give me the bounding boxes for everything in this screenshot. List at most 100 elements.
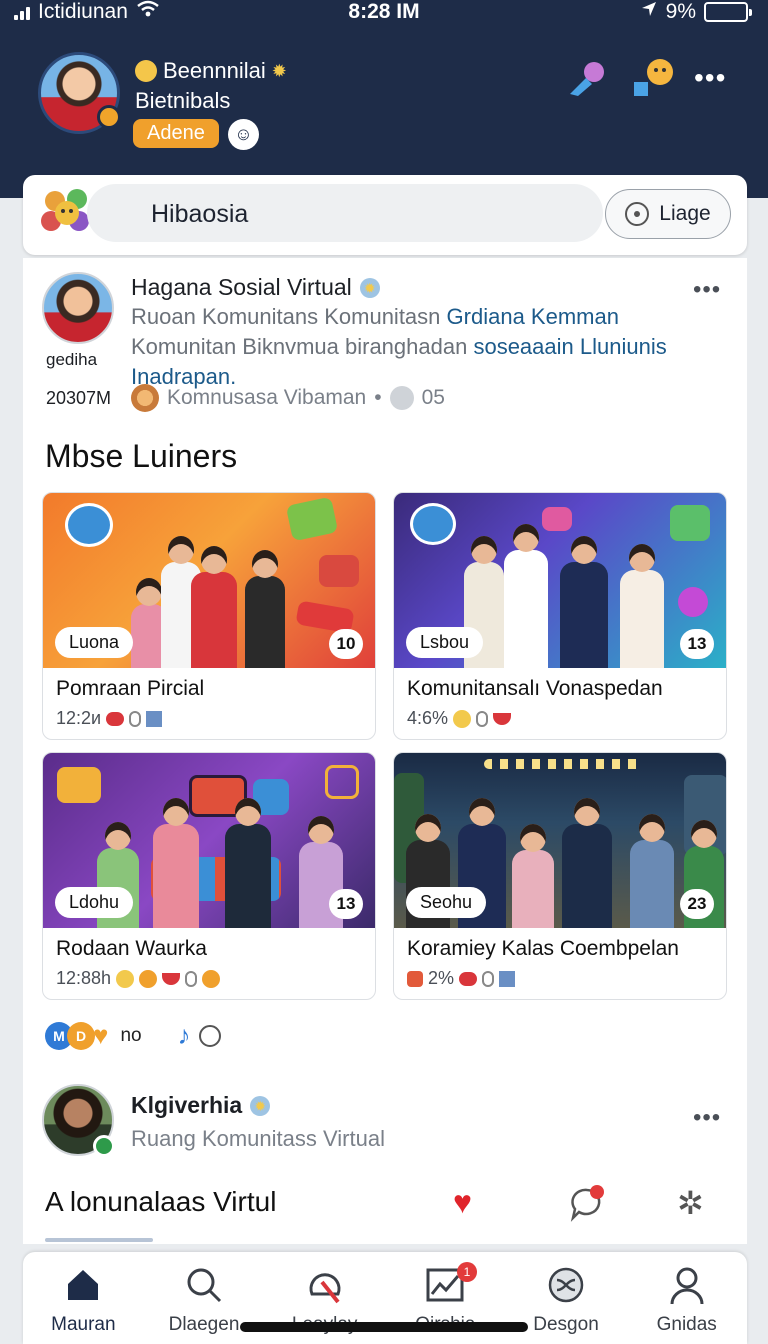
post-body: Ruoan Komunitans Komunitasn Grdiana Kemm… bbox=[131, 302, 721, 392]
settings-gear-icon[interactable]: ✲ bbox=[677, 1184, 704, 1222]
tab-label: Mauran bbox=[51, 1314, 116, 1335]
post-follower-count: 20307M bbox=[46, 388, 112, 408]
community-card[interactable]: Lsbou 13 Komunitansalı Vonaspedan 4:6% bbox=[393, 492, 727, 740]
ligae-button[interactable]: Liage bbox=[605, 189, 731, 239]
shuffle-icon bbox=[506, 1264, 627, 1308]
profile-name-row: Beennnilai ✹ bbox=[135, 58, 287, 84]
search-input[interactable]: Hibaosia bbox=[87, 184, 603, 242]
bowl-icon bbox=[162, 972, 181, 985]
comment-icon[interactable] bbox=[567, 1184, 607, 1232]
card-count-badge: 23 bbox=[680, 889, 714, 919]
notification-badge: 1 bbox=[457, 1262, 478, 1282]
home-indicator[interactable] bbox=[240, 1322, 528, 1332]
search-placeholder: Hibaosia bbox=[151, 200, 249, 228]
post-body-link-1[interactable]: Grdiana Kemman bbox=[447, 304, 619, 329]
mouse-icon bbox=[476, 710, 489, 727]
music-note-icon[interactable]: ♪ bbox=[178, 1020, 191, 1051]
meta-count: 05 bbox=[421, 386, 445, 409]
card-title: Koramiey Kalas Coembpelan bbox=[407, 937, 679, 960]
feed[interactable]: gediha 20307M Hagana Sosial Virtual ✹ ••… bbox=[23, 258, 747, 1244]
bowl-icon bbox=[493, 712, 512, 725]
post-author-name[interactable]: Hagana Sosial Virtual bbox=[131, 274, 352, 301]
lips-icon bbox=[459, 971, 478, 986]
community-card[interactable]: Ldohu 13 Rodaan Waurka 12:88h bbox=[42, 752, 376, 1000]
tab-mauran[interactable]: Mauran bbox=[23, 1252, 144, 1344]
post-title[interactable]: Klgiverhia ✹ bbox=[131, 1092, 271, 1119]
status-right: 9% bbox=[640, 0, 752, 24]
cube-icon bbox=[499, 970, 516, 987]
location-icon bbox=[640, 0, 658, 24]
card-meta-text: 4:6% bbox=[407, 708, 449, 728]
sparkle-icon: ✹ bbox=[271, 60, 287, 81]
card-meta-text: 12:88h bbox=[56, 968, 112, 988]
card-label: Seohu bbox=[406, 887, 487, 918]
ghost-icon bbox=[389, 386, 414, 410]
badge-emoji-icon[interactable]: ☺ bbox=[228, 119, 259, 150]
post-meta: Komnusasa Vibaman • 05 bbox=[131, 384, 445, 412]
post-author-name[interactable]: Klgiverhia bbox=[131, 1092, 242, 1119]
profile-avatar[interactable] bbox=[38, 52, 121, 134]
lips-icon bbox=[106, 711, 125, 726]
card-label: Ldohu bbox=[55, 887, 134, 918]
comment-bubble-icon[interactable] bbox=[198, 1024, 221, 1047]
heart-icon[interactable]: ♥ bbox=[453, 1184, 472, 1221]
verified-badge-icon: ✹ bbox=[359, 277, 380, 298]
card-label: Lsbou bbox=[406, 627, 484, 658]
target-icon bbox=[625, 202, 650, 226]
status-bar: Ictidiunan 8:28 IM 9% bbox=[0, 0, 768, 26]
battery-percent: 9% bbox=[665, 0, 696, 23]
meta-avatar[interactable] bbox=[131, 384, 159, 412]
card-title: Komunitansalı Vonaspedan bbox=[407, 677, 663, 700]
post-more-icon[interactable]: ••• bbox=[693, 1104, 721, 1132]
post-author-avatar[interactable] bbox=[42, 272, 114, 344]
post-body-text-2: Komunitan Biknvmua biranghadan bbox=[131, 334, 474, 359]
meta-author[interactable]: Komnusasa Vibaman bbox=[167, 386, 366, 410]
post-subtitle: Ruang Komunitass Virtual bbox=[131, 1126, 385, 1151]
community-card[interactable]: Seohu 23 Koramiey Kalas Coembpelan 2% bbox=[393, 752, 727, 1000]
card-count-badge: 10 bbox=[329, 629, 363, 659]
emoji-puzzle-icon[interactable] bbox=[630, 56, 676, 110]
sun-emoji-icon bbox=[202, 969, 221, 988]
post-title[interactable]: Hagana Sosial Virtual ✹ bbox=[131, 274, 380, 301]
more-options-icon[interactable]: ••• bbox=[694, 62, 726, 94]
post-author-avatar[interactable] bbox=[42, 1084, 115, 1157]
section-title: Mbse Luiners bbox=[45, 438, 238, 474]
post-more-icon[interactable]: ••• bbox=[693, 276, 721, 304]
card-meta-text: 12:2и bbox=[56, 708, 102, 728]
tab-label: Gnidas bbox=[656, 1314, 717, 1335]
mouse-icon bbox=[185, 970, 198, 987]
ligae-button-label: Liage bbox=[659, 202, 711, 225]
chart-icon bbox=[385, 1264, 506, 1308]
reactions-row: M D ♥ no ♪ bbox=[45, 1020, 221, 1051]
post-body-text-1: Ruoan Komunitans Komunitasn bbox=[131, 304, 447, 329]
tab-gnidas[interactable]: Gnidas bbox=[626, 1252, 747, 1344]
mouse-icon bbox=[482, 970, 495, 987]
reactions-text: no bbox=[120, 1024, 142, 1046]
paint-brush-icon[interactable] bbox=[566, 60, 608, 106]
card-meta-text: 2% bbox=[428, 968, 455, 988]
card-count-badge: 13 bbox=[680, 629, 714, 659]
home-icon bbox=[23, 1264, 144, 1308]
feed-footer-title: A lonunalaas Virtul bbox=[45, 1186, 277, 1217]
card-label: Luona bbox=[55, 627, 134, 658]
post-handle: gediha bbox=[46, 350, 98, 369]
profile-badge[interactable]: Adene bbox=[133, 119, 219, 148]
app-header: Ictidiunan 8:28 IM 9% Beennnilai ✹ Bietn… bbox=[0, 0, 768, 198]
verified-badge-icon: ✹ bbox=[250, 1095, 271, 1116]
profile-subtitle: Bietnibals bbox=[135, 88, 231, 113]
card-title: Rodaan Waurka bbox=[56, 937, 207, 960]
heart-reaction-icon[interactable]: ♥ bbox=[93, 1020, 108, 1051]
create-icon bbox=[264, 1264, 385, 1308]
community-card[interactable]: Luona 10 Pomraan Pircial 12:2и bbox=[42, 492, 376, 740]
smile-emoji-icon bbox=[135, 60, 157, 82]
avatar-status-dot bbox=[97, 105, 121, 129]
card-meta: 12:2и bbox=[56, 708, 163, 729]
card-count-badge: 13 bbox=[329, 889, 363, 919]
card-meta: 2% bbox=[407, 968, 516, 989]
balloon-logo-icon bbox=[41, 187, 93, 239]
card-meta: 4:6% bbox=[407, 708, 512, 729]
wow-reaction-icon[interactable]: D bbox=[67, 1021, 95, 1050]
emoji-face-icon bbox=[453, 709, 472, 728]
search-icon bbox=[144, 1264, 265, 1308]
fire-icon bbox=[407, 970, 423, 987]
